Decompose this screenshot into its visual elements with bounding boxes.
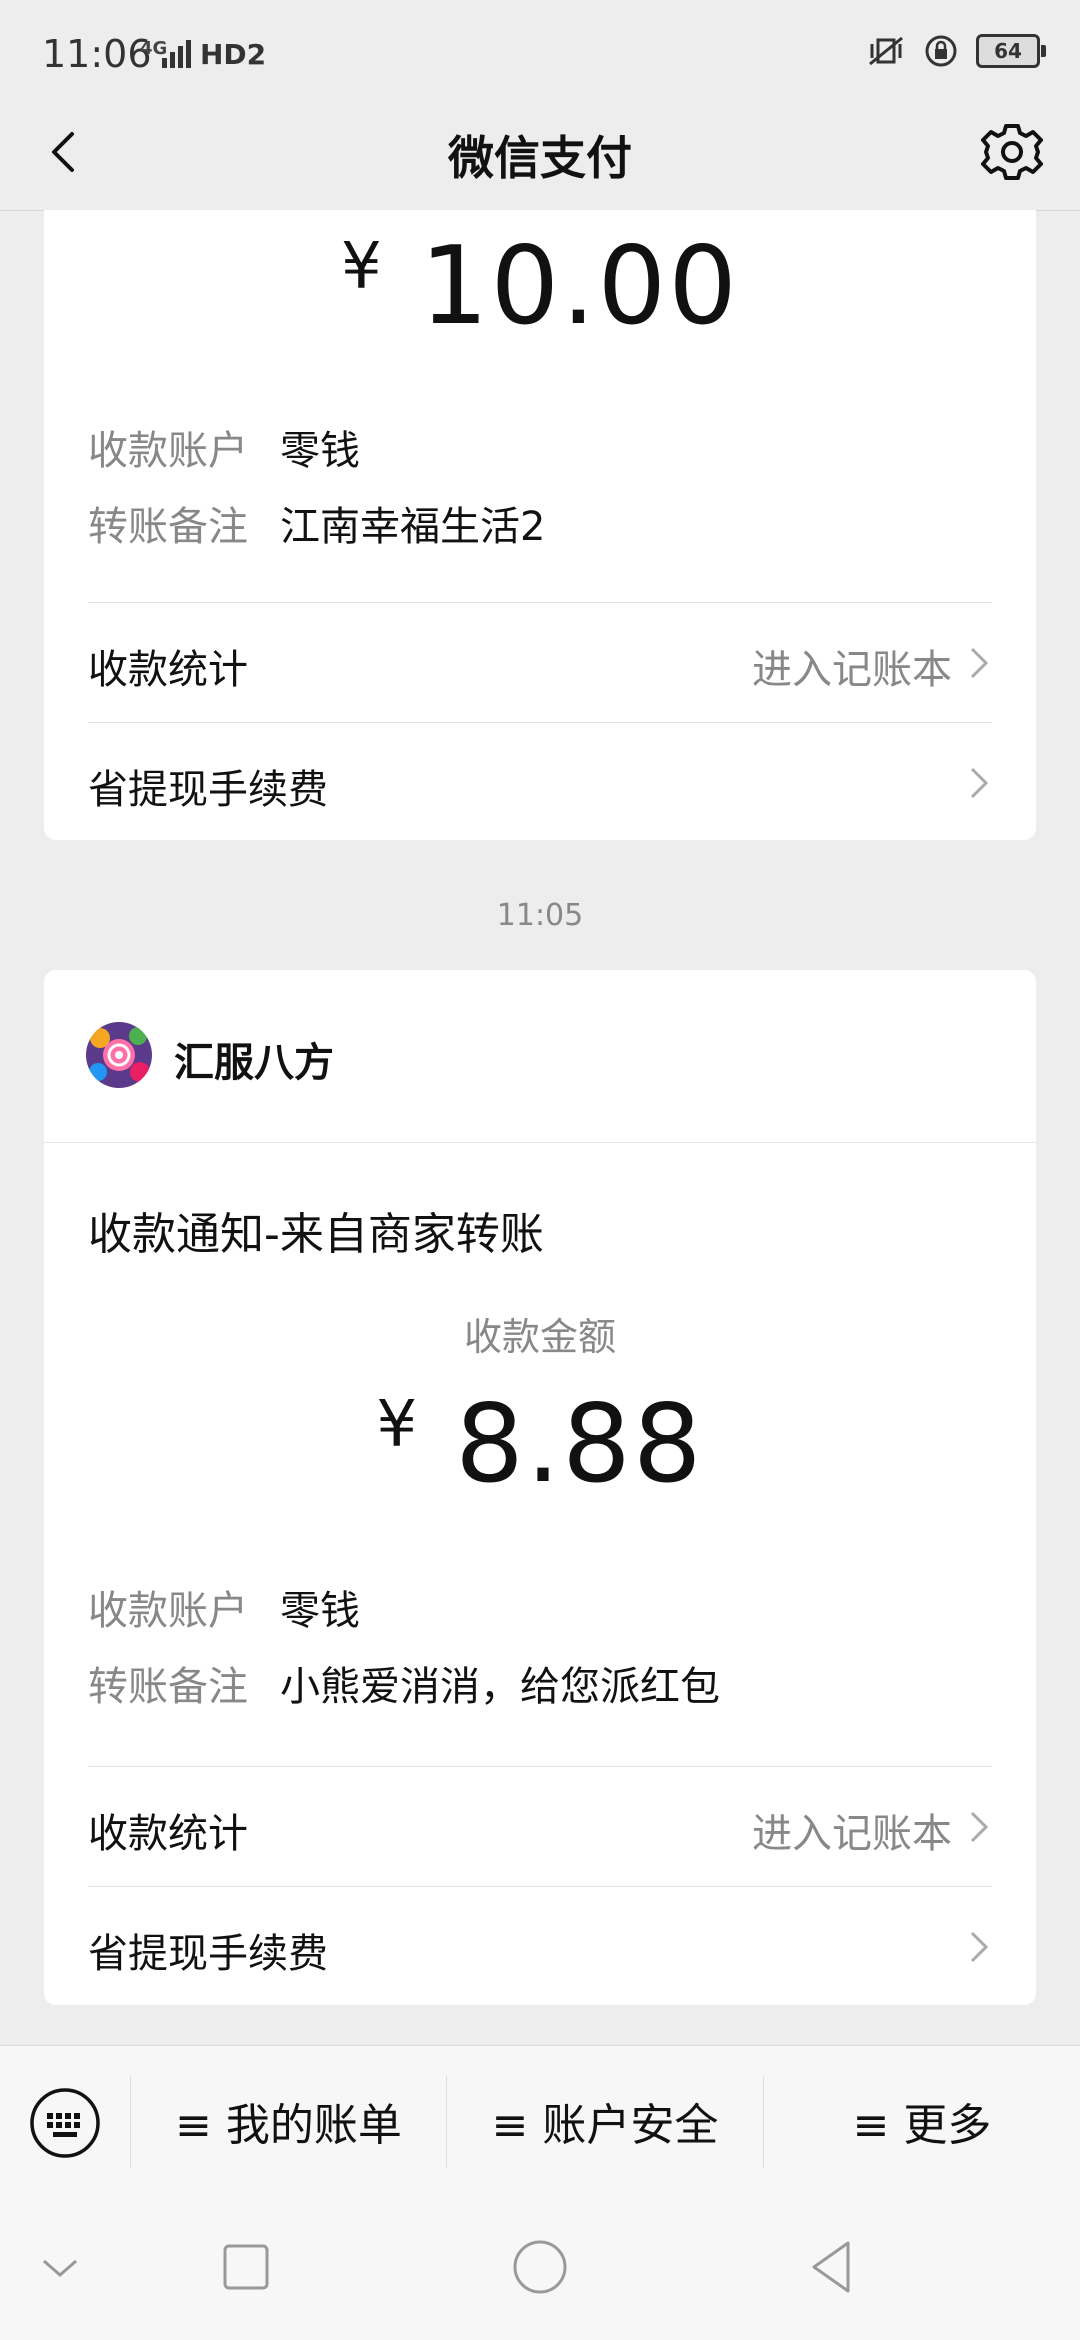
rotation-lock-icon bbox=[925, 35, 957, 67]
home-icon[interactable] bbox=[508, 2235, 572, 2299]
amount-display: ¥10.00 bbox=[44, 224, 1036, 349]
merchant-avatar[interactable] bbox=[86, 1022, 152, 1088]
chevron-right-icon bbox=[970, 647, 989, 679]
fee-row[interactable]: 省提现手续费 bbox=[88, 1887, 992, 2005]
stats-row[interactable]: 收款统计 进入记账本 bbox=[88, 1767, 992, 1885]
stats-label: 收款统计 bbox=[88, 1811, 248, 1857]
signal-icon bbox=[162, 40, 191, 68]
menu-account-security[interactable]: ≡ 账户安全 bbox=[447, 2046, 763, 2196]
amount-label: 收款金额 bbox=[463, 1315, 616, 1359]
note-value: 江南幸福生活2 bbox=[280, 504, 546, 550]
fee-label: 省提现手续费 bbox=[88, 767, 328, 813]
account-label: 收款账户 bbox=[88, 1588, 248, 1634]
chevron-right-icon bbox=[970, 767, 989, 799]
currency-symbol: ¥ bbox=[376, 1387, 420, 1462]
fee-row[interactable]: 省提现手续费 bbox=[88, 723, 992, 841]
payment-notice-card: ¥10.00 收款账户 零钱 转账备注 江南幸福生活2 收款统计 进入记账本 省提现… bbox=[44, 210, 1036, 840]
note-label: 转账备注 bbox=[88, 1664, 248, 1710]
account-row: 收款账户 零钱 bbox=[88, 418, 360, 476]
message-timestamp: 11:05 bbox=[496, 898, 584, 933]
recent-apps-icon[interactable] bbox=[214, 2235, 278, 2299]
amount-display: ¥8.88 bbox=[44, 1382, 1036, 1507]
payment-notice-card: 汇服八方 收款通知-来自商家转账 收款金额 ¥8.88 收款账户 零钱 转账备注小… bbox=[44, 970, 1036, 2005]
merchant-name[interactable]: 汇服八方 bbox=[174, 1030, 334, 1088]
title-bar: 微信支付 bbox=[0, 96, 1080, 211]
note-row: 转账备注 江南幸福生活2 bbox=[88, 494, 545, 552]
ledger-link[interactable]: 进入记账本 bbox=[752, 637, 952, 695]
hd-voice-label: HD2 bbox=[200, 38, 267, 71]
note-row: 转账备注 小熊爱消消，给您派红包 bbox=[88, 1654, 720, 1712]
account-value: 零钱 bbox=[280, 428, 360, 474]
account-row: 收款账户 零钱 bbox=[88, 1578, 360, 1636]
divider bbox=[44, 1142, 1036, 1143]
keyboard-icon[interactable] bbox=[28, 2086, 102, 2160]
lollipop-icon bbox=[86, 1022, 152, 1088]
system-nav-bar bbox=[0, 2195, 1080, 2340]
bottom-menu-bar: ≡ 我的账单 ≡ 账户安全 ≡ 更多 bbox=[0, 2045, 1080, 2196]
gear-icon[interactable] bbox=[974, 114, 1050, 190]
amount-value: 10.00 bbox=[419, 224, 739, 349]
stats-row[interactable]: 收款统计 进入记账本 bbox=[88, 603, 992, 721]
notice-title: 收款通知-来自商家转账 bbox=[88, 1209, 544, 1260]
menu-my-bills[interactable]: ≡ 我的账单 bbox=[131, 2046, 446, 2196]
page-title: 微信支付 bbox=[448, 131, 632, 185]
amount-value: 8.88 bbox=[455, 1382, 704, 1507]
back-triangle-icon[interactable] bbox=[800, 2235, 864, 2299]
menu-more[interactable]: ≡ 更多 bbox=[764, 2046, 1080, 2196]
status-right-icons: 64 bbox=[866, 34, 1046, 68]
ledger-link[interactable]: 进入记账本 bbox=[752, 1801, 952, 1859]
chevron-down-icon[interactable] bbox=[28, 2235, 92, 2299]
account-value: 零钱 bbox=[280, 1588, 360, 1634]
fee-label: 省提现手续费 bbox=[88, 1931, 328, 1977]
status-bar: 11:06 4G HD2 64 bbox=[0, 0, 1080, 96]
chevron-right-icon bbox=[970, 1931, 989, 1963]
vibrate-icon bbox=[869, 36, 903, 66]
status-time: 11:06 bbox=[42, 32, 152, 76]
currency-symbol: ¥ bbox=[341, 229, 384, 304]
battery-icon: 64 bbox=[976, 34, 1046, 68]
battery-level: 64 bbox=[994, 39, 1022, 63]
note-label: 转账备注 bbox=[88, 504, 248, 550]
note-value: 小熊爱消消，给您派红包 bbox=[280, 1664, 720, 1710]
stats-label: 收款统计 bbox=[88, 647, 248, 693]
account-label: 收款账户 bbox=[88, 428, 248, 474]
chevron-right-icon bbox=[970, 1811, 989, 1843]
